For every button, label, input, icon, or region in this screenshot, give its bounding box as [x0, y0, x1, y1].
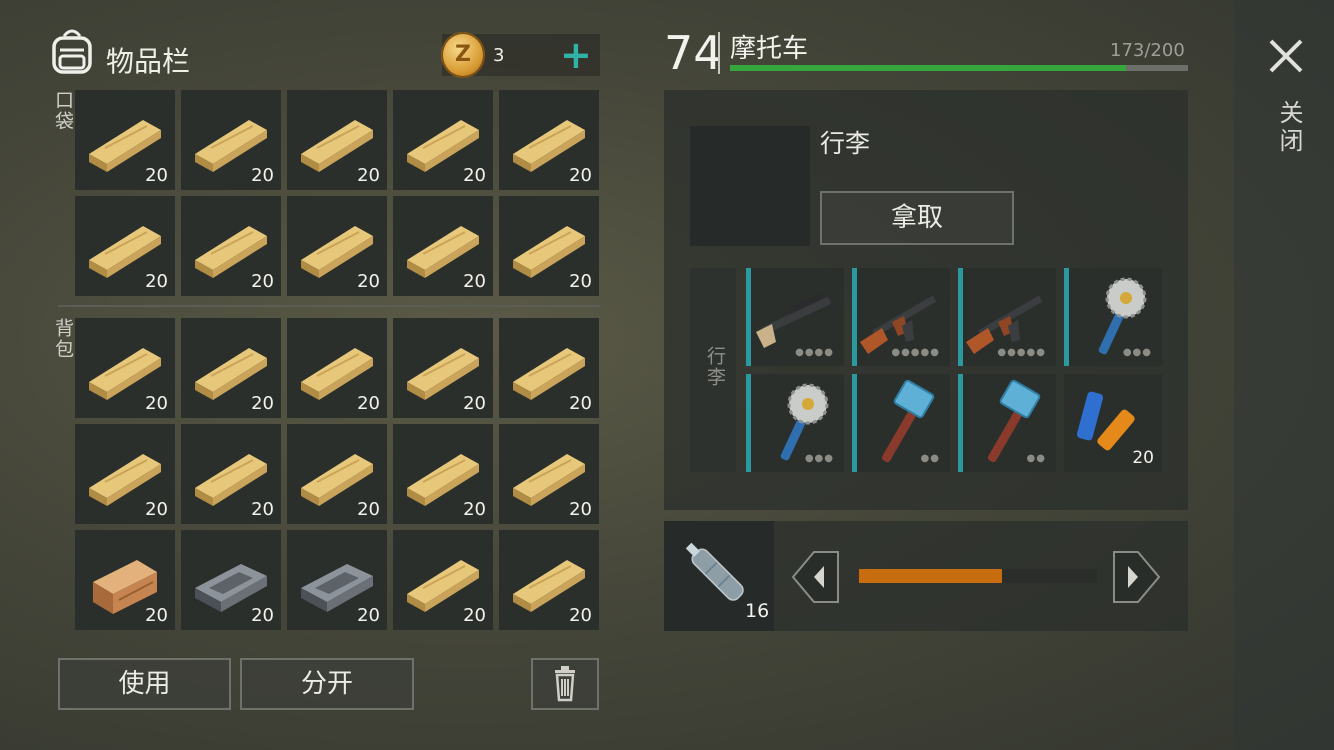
backpack-slot[interactable]: 20 — [287, 424, 387, 524]
fuel-progress-fill — [859, 569, 1002, 583]
item-qty: 20 — [463, 165, 486, 186]
luggage-tab[interactable]: 行李 — [690, 268, 736, 472]
take-button[interactable]: 拿取 — [820, 191, 1014, 245]
item-qty: 20 — [463, 393, 486, 414]
inventory-title: 物品栏 — [106, 45, 191, 78]
durability-fill — [730, 65, 1127, 71]
item-qty: 20 — [357, 165, 380, 186]
add-coins-button[interactable]: + — [560, 36, 592, 74]
level-separator — [718, 32, 720, 74]
item-qty: 20 — [463, 605, 486, 626]
pocket-slot[interactable]: 20 — [181, 196, 281, 296]
luggage-slot[interactable]: ●●● — [1064, 268, 1162, 366]
item-qty: 20 — [251, 165, 274, 186]
coin-count: 3 — [493, 45, 505, 66]
vehicle-level: 74 — [664, 26, 723, 80]
item-qty: 20 — [251, 605, 274, 626]
vehicle-name: 摩托车 — [730, 34, 809, 64]
durability-dots: ●●● — [1122, 347, 1152, 358]
durability-dots: ●●● — [804, 453, 834, 464]
pocket-slot[interactable]: 20 — [393, 196, 493, 296]
prev-arrow-icon[interactable] — [790, 548, 842, 606]
backpack-slot[interactable]: 20 — [499, 318, 599, 418]
item-preview — [690, 126, 810, 246]
item-qty: 20 — [145, 499, 168, 520]
fuel-item-qty: 16 — [745, 600, 770, 622]
luggage-slot[interactable]: ●● — [852, 374, 950, 472]
split-button[interactable]: 分开 — [240, 658, 414, 710]
backpack-slot[interactable]: 20 — [181, 530, 281, 630]
durability-bar — [730, 65, 1188, 71]
coin-icon: Z — [441, 32, 485, 78]
fuel-progress-bar — [859, 569, 1097, 583]
pocket-slot[interactable]: 20 — [499, 196, 599, 296]
item-qty: 20 — [145, 605, 168, 626]
luggage-slot[interactable]: ●●● — [746, 374, 844, 472]
pocket-slot[interactable]: 20 — [499, 90, 599, 190]
item-qty: 20 — [463, 499, 486, 520]
durability-dots: ●● — [1026, 453, 1046, 464]
backpack-slot[interactable]: 20 — [287, 318, 387, 418]
backpack-slot[interactable]: 20 — [181, 318, 281, 418]
backpack-slot[interactable]: 20 — [75, 318, 175, 418]
luggage-title: 行李 — [820, 129, 871, 158]
backpack-grid: 20 20 20 20 20 20 20 20 20 20 20 20 20 20 20 — [75, 318, 599, 630]
item-qty: 20 — [251, 271, 274, 292]
item-qty: 20 — [1132, 448, 1154, 468]
item-qty: 20 — [145, 271, 168, 292]
item-qty: 20 — [569, 165, 592, 186]
backpack-slot[interactable]: 20 — [75, 424, 175, 524]
vehicle-durability: 173/200 — [1110, 40, 1185, 61]
pocket-slot[interactable]: 20 — [181, 90, 281, 190]
trash-icon — [555, 666, 575, 702]
durability-dots: ●●●●● — [891, 347, 940, 358]
item-qty: 20 — [251, 499, 274, 520]
item-qty: 20 — [357, 271, 380, 292]
luggage-slot[interactable]: ●●●● — [746, 268, 844, 366]
item-qty: 20 — [569, 499, 592, 520]
durability-dots: ●●●● — [795, 347, 834, 358]
luggage-slot[interactable]: ●● — [958, 374, 1056, 472]
luggage-slot[interactable]: ●●●●● — [852, 268, 950, 366]
backpack-slot[interactable]: 20 — [181, 424, 281, 524]
backpack-slot[interactable]: 20 — [393, 424, 493, 524]
item-qty: 20 — [569, 271, 592, 292]
backpack-slot[interactable]: 20 — [499, 530, 599, 630]
pocket-slot[interactable]: 20 — [75, 90, 175, 190]
pocket-grid: 20 20 20 20 20 20 20 20 20 20 — [75, 90, 599, 296]
pocket-label: 口袋 — [52, 90, 74, 132]
item-qty: 20 — [357, 393, 380, 414]
pocket-slot[interactable]: 20 — [393, 90, 493, 190]
close-button[interactable]: 关闭 — [1272, 100, 1307, 156]
item-qty: 20 — [357, 499, 380, 520]
luggage-tab-label: 行李 — [704, 346, 726, 388]
luggage-slot[interactable]: 20 — [1064, 374, 1162, 472]
trash-button[interactable] — [531, 658, 599, 710]
backpack-label: 背包 — [52, 318, 74, 360]
backpack-slot[interactable]: 20 — [393, 318, 493, 418]
pocket-slot[interactable]: 20 — [287, 196, 387, 296]
next-arrow-icon[interactable] — [1110, 548, 1162, 606]
item-qty: 20 — [357, 605, 380, 626]
durability-dots: ●● — [920, 453, 940, 464]
item-qty: 20 — [145, 165, 168, 186]
durability-dots: ●●●●● — [997, 347, 1046, 358]
luggage-slot[interactable]: ●●●●● — [958, 268, 1056, 366]
backpack-slot[interactable]: 20 — [393, 530, 493, 630]
backpack-slot[interactable]: 20 — [499, 424, 599, 524]
pocket-slot[interactable]: 20 — [75, 196, 175, 296]
item-qty: 20 — [569, 605, 592, 626]
use-button[interactable]: 使用 — [58, 658, 231, 710]
backpack-icon — [52, 29, 92, 74]
item-qty: 20 — [251, 393, 274, 414]
pocket-slot[interactable]: 20 — [287, 90, 387, 190]
backpack-slot[interactable]: 20 — [287, 530, 387, 630]
item-qty: 20 — [463, 271, 486, 292]
item-qty: 20 — [145, 393, 168, 414]
close-icon[interactable] — [1268, 38, 1304, 74]
section-divider — [58, 305, 600, 307]
backpack-slot[interactable]: 20 — [75, 530, 175, 630]
luggage-grid: ●●●● ●●●●● ●●●●● ●●● ●●● ●● ●● 20 — [746, 268, 1162, 472]
item-qty: 20 — [569, 393, 592, 414]
